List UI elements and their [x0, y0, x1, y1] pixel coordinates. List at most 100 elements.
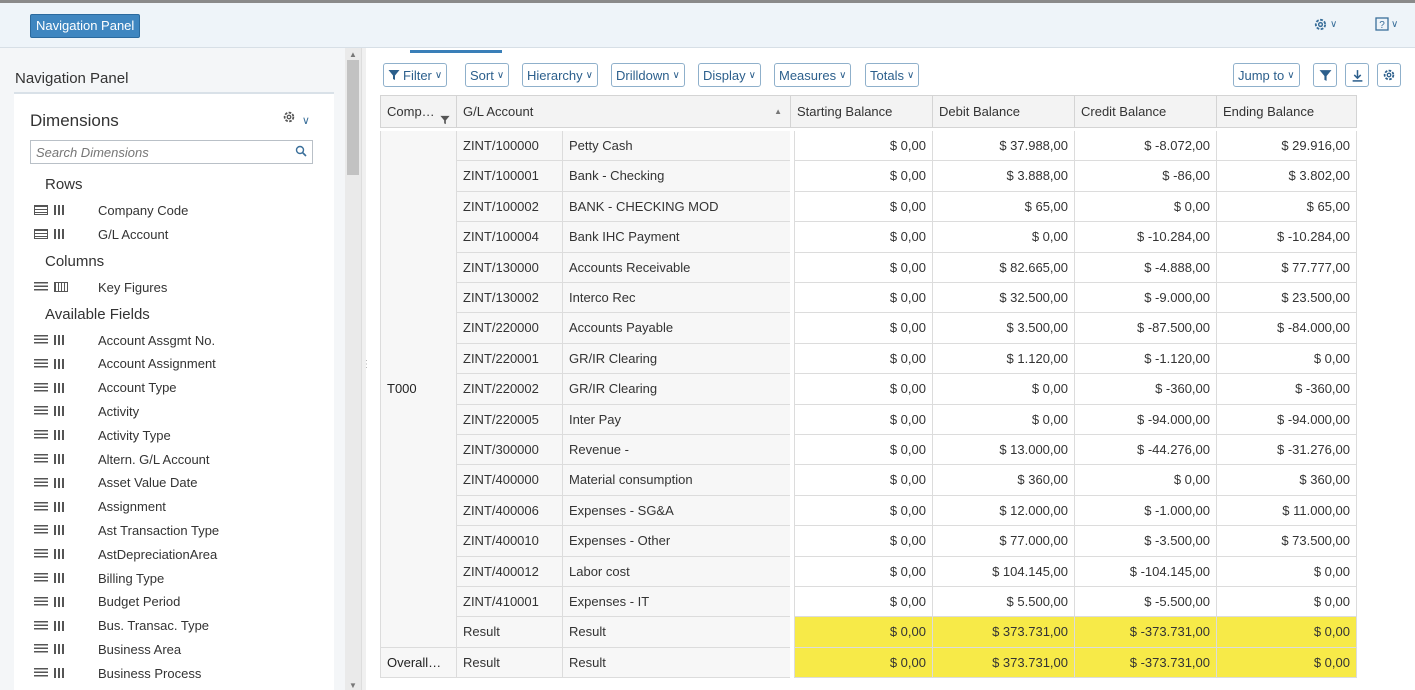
cell-credit-balance: $ -373.731,00 — [1074, 647, 1216, 679]
table-icon — [34, 229, 48, 239]
display-button[interactable]: Display ∨ — [698, 63, 761, 87]
cell-credit-balance: $ -104.145,00 — [1074, 556, 1216, 587]
report-toolbar: Filter ∨ Sort ∨ Hierarchy ∨ Drilldown ∨ Disp… — [367, 55, 1415, 95]
table-settings-button[interactable] — [1377, 63, 1401, 87]
scroll-up-icon[interactable]: ▲ — [349, 50, 357, 59]
cell-starting-balance: $ 0,00 — [794, 404, 932, 435]
cell-starting-balance: $ 0,00 — [794, 495, 932, 527]
hierarchy-button[interactable]: Hierarchy ∨ — [522, 63, 598, 87]
dimensions-settings-button[interactable]: ∨ — [282, 110, 310, 127]
filter-icon — [440, 105, 450, 127]
cell-starting-balance: $ 0,00 — [794, 374, 932, 405]
cell-account: ZINT/100002 — [456, 191, 562, 223]
column-field-key-figures[interactable]: Key Figures — [34, 277, 324, 297]
cell-ending-balance: $ 0,00 — [1216, 647, 1357, 679]
cell-ending-balance: $ 29.916,00 — [1216, 131, 1357, 162]
cell-account: ZINT/100001 — [456, 161, 562, 192]
row-field-gl-account[interactable]: G/L Account — [34, 224, 324, 244]
available-field[interactable]: Budget Period — [34, 592, 324, 612]
filter-button[interactable]: Filter ∨ — [383, 63, 448, 87]
measures-button[interactable]: Measures ∨ — [774, 63, 852, 87]
jump-to-button[interactable]: Jump to ∨ — [1233, 63, 1300, 87]
available-field[interactable]: Ast Transaction Type — [34, 520, 324, 540]
available-field[interactable]: Business Process — [34, 663, 324, 683]
help-menu[interactable]: ? ∨ — [1375, 17, 1398, 31]
available-field[interactable]: Asset Value Date — [34, 473, 324, 493]
available-field[interactable]: Bus. Transac. Type — [34, 616, 324, 636]
column-icon — [54, 382, 64, 393]
cell-account-name: Expenses - SG&A — [562, 495, 790, 527]
column-icon — [54, 406, 64, 417]
available-field[interactable]: Business Area — [34, 639, 324, 659]
column-icon — [54, 205, 64, 215]
cell-debit-balance: $ 13.000,00 — [932, 435, 1074, 466]
header-gl-account[interactable]: G/L Account ▲ — [456, 95, 790, 128]
scroll-thumb[interactable] — [347, 60, 359, 175]
available-field[interactable]: Activity Type — [34, 425, 324, 445]
cell-account-name: Expenses - Other — [562, 526, 790, 557]
settings-menu[interactable]: ∨ — [1313, 17, 1337, 32]
filter-icon — [388, 70, 400, 80]
chevron-down-icon: ∨ — [906, 69, 915, 81]
cell-starting-balance: $ 0,00 — [794, 161, 932, 192]
cell-account: Result — [456, 647, 562, 679]
column-icon — [54, 335, 64, 345]
filter-toggle-button[interactable] — [1313, 63, 1337, 87]
navigation-panel-button[interactable]: Navigation Panel — [30, 14, 141, 38]
cell-account: ZINT/130002 — [456, 283, 562, 314]
sort-ascending-icon: ▲ — [774, 107, 782, 116]
gear-icon — [283, 111, 295, 123]
cell-account-name: Bank IHC Payment — [562, 222, 790, 253]
cell-account: ZINT/100004 — [456, 222, 562, 253]
rows-icon — [34, 573, 48, 583]
totals-button[interactable]: Totals ∨ — [865, 63, 920, 87]
table-icon — [34, 205, 48, 215]
available-field[interactable]: Billing Type — [34, 568, 324, 588]
available-fields-label: Available Fields — [45, 306, 150, 323]
available-field[interactable]: Activity — [34, 401, 324, 421]
columns-section-label: Columns — [45, 253, 105, 270]
search-input[interactable] — [31, 141, 281, 163]
cell-account-name: BANK - CHECKING MOD — [562, 191, 790, 223]
export-button[interactable] — [1345, 63, 1369, 87]
search-icon[interactable] — [295, 145, 307, 160]
cell-credit-balance: $ -86,00 — [1074, 161, 1216, 192]
available-field[interactable]: Assignment — [34, 497, 324, 517]
cell-ending-balance: $ 0,00 — [1216, 587, 1357, 618]
cell-company-code: T000 — [380, 131, 456, 648]
cell-debit-balance: $ 3.888,00 — [932, 161, 1074, 192]
cell-account-name: Accounts Payable — [562, 313, 790, 344]
column-icon — [54, 668, 64, 679]
header-debit-balance[interactable]: Debit Balance — [932, 95, 1074, 128]
cell-debit-balance: $ 82.665,00 — [932, 252, 1074, 283]
panel-splitter[interactable]: ⋮ — [361, 48, 372, 690]
available-field[interactable]: Account Assignment — [34, 354, 324, 374]
available-field[interactable]: AstDepreciationArea — [34, 544, 324, 564]
cell-account: ZINT/220002 — [456, 374, 562, 405]
cell-account: ZINT/130000 — [456, 252, 562, 283]
sort-button[interactable]: Sort ∨ — [465, 63, 510, 87]
cell-account-name: Expenses - IT — [562, 587, 790, 618]
row-field-company-code[interactable]: Company Code — [34, 200, 324, 220]
header-ending-balance[interactable]: Ending Balance — [1216, 95, 1357, 128]
download-icon — [1352, 69, 1362, 82]
cell-credit-balance: $ 0,00 — [1074, 191, 1216, 223]
cell-starting-balance: $ 0,00 — [794, 647, 932, 679]
chevron-down-icon: ∨ — [1287, 69, 1295, 81]
rows-icon — [34, 596, 48, 607]
available-field[interactable]: Account Assgmt No. — [34, 330, 324, 350]
header-starting-balance[interactable]: Starting Balance — [790, 95, 932, 128]
scroll-down-icon[interactable]: ▼ — [349, 681, 357, 690]
drilldown-button[interactable]: Drilldown ∨ — [611, 63, 685, 87]
cell-account: ZINT/400010 — [456, 526, 562, 557]
cell-ending-balance: $ -31.276,00 — [1216, 435, 1357, 466]
available-field[interactable]: Altern. G/L Account — [34, 449, 324, 469]
chevron-down-icon: ∨ — [839, 69, 847, 81]
header-company-code[interactable]: Comp… — [380, 95, 456, 128]
nav-panel-scrollbar[interactable]: ▲ ▼ — [345, 48, 361, 690]
column-icon — [54, 525, 64, 536]
header-credit-balance[interactable]: Credit Balance — [1074, 95, 1216, 128]
cell-debit-balance: $ 3.500,00 — [932, 313, 1074, 344]
cell-debit-balance: $ 104.145,00 — [932, 556, 1074, 587]
available-field[interactable]: Account Type — [34, 378, 324, 398]
